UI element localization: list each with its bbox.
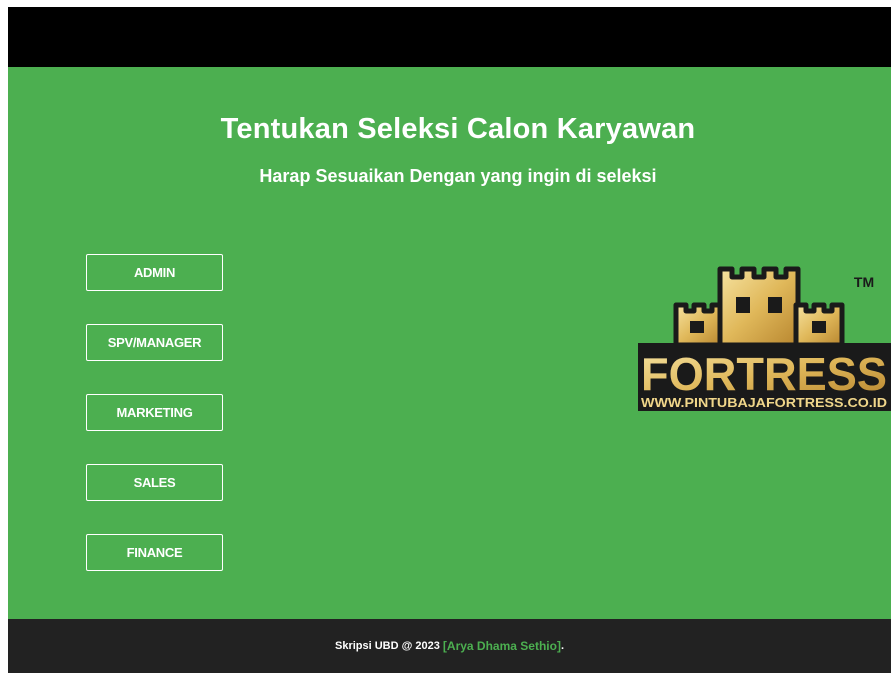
page-title: Tentukan Seleksi Calon Karyawan: [220, 113, 696, 145]
admin-button[interactable]: ADMIN: [86, 254, 223, 291]
sales-button[interactable]: SALES: [86, 464, 223, 501]
castle-keep: [717, 266, 801, 348]
footer-prefix: Skripsi UBD @ 2023: [334, 640, 443, 652]
spv-manager-button[interactable]: SPV/MANAGER: [86, 324, 223, 361]
footer: Skripsi UBD @ 2023 [Arya Dhama Sethio] .: [8, 619, 891, 673]
logo-website-text: WWW.PINTUBAJAFORTRESS.CO.ID: [641, 395, 887, 410]
footer-author-link[interactable]: [Arya Dhama Sethio]: [443, 639, 561, 653]
finance-button[interactable]: FINANCE: [86, 534, 223, 571]
fortress-logo: FORTRESS WWW.PINTUBAJAFORTRESS.CO.ID TM: [638, 266, 891, 411]
logo-brand-text: FORTRESS: [641, 348, 887, 400]
logo-trademark: TM: [854, 274, 874, 290]
main-section: Tentukan Seleksi Calon Karyawan Harap Se…: [8, 67, 891, 619]
footer-suffix: .: [560, 640, 565, 652]
marketing-button[interactable]: MARKETING: [86, 394, 223, 431]
page-subtitle: Harap Sesuaikan Dengan yang ingin di sel…: [259, 166, 657, 186]
page-frame: Tentukan Seleksi Calon Karyawan Harap Se…: [8, 7, 891, 673]
top-bar: [8, 7, 891, 67]
